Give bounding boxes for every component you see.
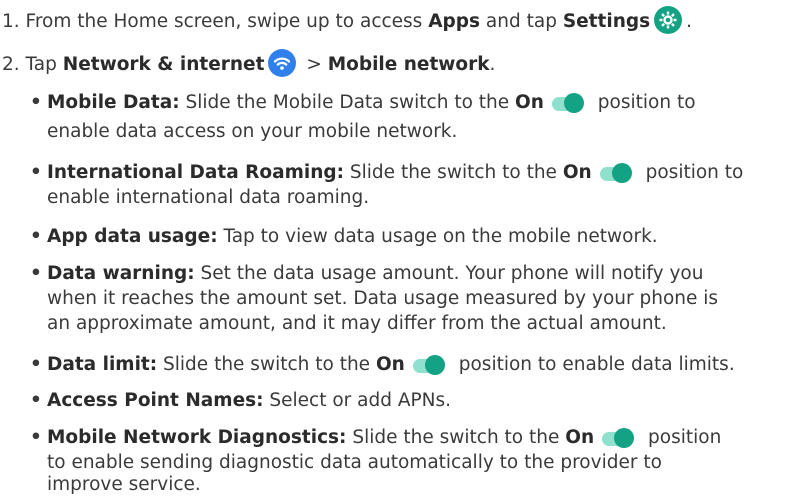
settings-label: Settings [562, 11, 651, 32]
bullet-text: Select or add APNs. [263, 390, 452, 411]
bullet-title: Data limit: [47, 354, 158, 375]
bullet-line: App data usage: Tap to view data usage o… [47, 225, 658, 249]
on-label: On [562, 162, 592, 183]
bullet-marker: • [30, 226, 42, 247]
bullet-line: enable data access on your mobile networ… [47, 121, 458, 142]
bullet-title: App data usage: [47, 226, 218, 247]
bullet-title: Mobile Network Diagnostics: [47, 427, 347, 448]
bullet-line: Mobile Network Diagnostics: Slide the sw… [47, 426, 721, 450]
on-toggle-icon [411, 355, 447, 375]
on-toggle-icon [598, 163, 634, 183]
bullet-line: when it reaches the amount set. Data usa… [47, 288, 719, 309]
bullet-title: Mobile Data: [47, 92, 180, 113]
bullet-text: position to enable data limits. [452, 354, 735, 375]
on-toggle-icon [600, 428, 636, 448]
on-label: On [565, 427, 595, 448]
bullet-text: Slide the switch to the [157, 354, 376, 375]
step-2-end: . [489, 54, 496, 75]
bullet-title: International Data Roaming: [47, 162, 345, 183]
bullet-marker: • [30, 162, 42, 183]
bullet-marker: • [30, 92, 42, 113]
apps-label: Apps [428, 11, 481, 32]
bullet-title: Access Point Names: [47, 390, 264, 411]
bullet-line: an approximate amount, and it may differ… [47, 313, 667, 334]
step-1-end: . [686, 11, 693, 32]
bullet-marker: • [30, 263, 42, 284]
bullet-line: Data limit: Slide the switch to the On p… [47, 353, 735, 377]
bullet-title: Data warning: [47, 263, 195, 284]
step-2-sep: > [300, 54, 328, 75]
bullet-text: Slide the switch to the [344, 162, 563, 183]
bullet-line: Access Point Names: Select or add APNs. [47, 389, 451, 413]
on-toggle-icon [550, 93, 586, 113]
bullet-line: improve service. [47, 474, 201, 495]
step-2-text: 2. Tap [2, 54, 63, 75]
network-internet-label: Network & internet [62, 54, 265, 75]
step-1: 1. From the Home screen, swipe up to acc… [2, 6, 692, 34]
bullet-line: Data warning: Set the data usage amount.… [47, 262, 703, 286]
on-label: On [375, 354, 405, 375]
bullet-line: enable international data roaming. [47, 187, 370, 208]
settings-gear-icon [654, 6, 683, 34]
bullet-text: Slide the Mobile Data switch to the [179, 92, 516, 113]
bullet-marker: • [30, 427, 42, 448]
step-1-text: 1. From the Home screen, swipe up to acc… [2, 11, 429, 32]
wifi-icon [268, 49, 297, 77]
step-1-mid: and tap [480, 11, 563, 32]
bullet-text: Slide the switch to the [346, 427, 566, 448]
bullet-text: position to [591, 92, 696, 113]
bullet-text: position [642, 427, 722, 448]
on-label: On [515, 92, 544, 113]
bullet-text: position to [639, 162, 744, 183]
bullet-text: Set the data usage amount. Your phone wi… [194, 263, 704, 284]
bullet-line: International Data Roaming: Slide the sw… [47, 161, 743, 185]
bullet-marker: • [30, 354, 42, 375]
bullet-line: Mobile Data: Slide the Mobile Data switc… [47, 91, 696, 115]
bullet-text: Tap to view data usage on the mobile net… [217, 226, 658, 247]
bullet-marker: • [30, 390, 42, 411]
mobile-network-label: Mobile network [327, 54, 490, 75]
step-2: 2. Tap Network & internet > Mobile netwo… [2, 49, 495, 77]
bullet-line: to enable sending diagnostic data automa… [47, 452, 662, 473]
